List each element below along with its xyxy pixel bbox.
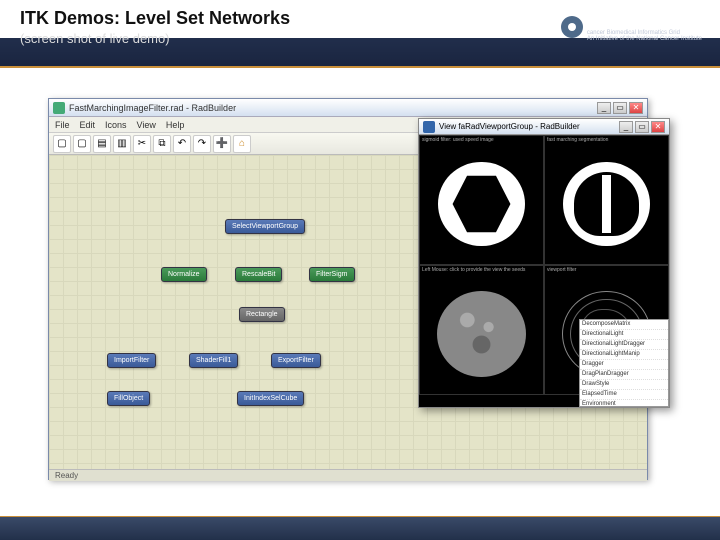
vp-close-button[interactable]: ✕ [651, 121, 665, 133]
list-item[interactable]: DirectionalLightDragger [580, 340, 668, 350]
close-button[interactable]: ✕ [629, 102, 643, 114]
node-normalize[interactable]: Normalize [161, 267, 207, 282]
brain-image-1 [438, 162, 524, 246]
node-importfilter[interactable]: ImportFilter [107, 353, 156, 368]
node-rectangle[interactable]: Rectangle [239, 307, 285, 322]
slide-footer [0, 516, 720, 540]
node-selectviewportgroup[interactable]: SelectViewportGroup [225, 219, 305, 234]
brain-image-3 [437, 291, 526, 377]
redo-icon[interactable]: ↷ [193, 135, 211, 153]
list-item[interactable]: Dragger [580, 360, 668, 370]
list-item[interactable]: ElapsedTime [580, 390, 668, 400]
save-icon[interactable]: ▤ [93, 135, 111, 153]
node-shaderfill[interactable]: ShaderFill1 [189, 353, 238, 368]
list-item[interactable]: DirectionalLightManip [580, 350, 668, 360]
list-item[interactable]: DirectionalLight [580, 330, 668, 340]
brain-image-2 [563, 162, 649, 246]
home-icon[interactable]: ⌂ [233, 135, 251, 153]
viewport-cell-0[interactable]: sigmoid filter: used speed image [419, 135, 544, 265]
menu-icons[interactable]: Icons [105, 120, 127, 130]
cut-icon[interactable]: ✂ [133, 135, 151, 153]
viewport-titlebar[interactable]: View faRadViewportGroup - RadBuilder _ ▭… [419, 119, 669, 135]
print-icon[interactable]: ▥ [113, 135, 131, 153]
copy-icon[interactable]: ⧉ [153, 135, 171, 153]
menu-view[interactable]: View [137, 120, 156, 130]
list-item[interactable]: DragPlanDragger [580, 370, 668, 380]
undo-icon[interactable]: ↶ [173, 135, 191, 153]
vp-minimize-button[interactable]: _ [619, 121, 633, 133]
folder-icon[interactable]: ▢ [73, 135, 91, 153]
add-icon[interactable]: ➕ [213, 135, 231, 153]
viewport-app-icon [423, 121, 435, 133]
component-list[interactable]: DecomposeMatrix DirectionalLight Directi… [579, 319, 669, 407]
node-fillobject[interactable]: FillObject [107, 391, 150, 406]
app-icon [53, 102, 65, 114]
vp-maximize-button[interactable]: ▭ [635, 121, 649, 133]
node-initindexselcube[interactable]: InitIndexSelCube [237, 391, 304, 406]
node-rescalebit[interactable]: RescaleBit [235, 267, 282, 282]
maximize-button[interactable]: ▭ [613, 102, 627, 114]
cabig-logo: caBIG cancer Biomedical Informatics Grid… [561, 12, 702, 42]
window-title: FastMarchingImageFilter.rad - RadBuilder [69, 103, 597, 113]
list-item[interactable]: DecomposeMatrix [580, 320, 668, 330]
minimize-button[interactable]: _ [597, 102, 611, 114]
viewport-title: View faRadViewportGroup - RadBuilder [439, 122, 619, 131]
list-item[interactable]: DrawStyle [580, 380, 668, 390]
menu-help[interactable]: Help [166, 120, 185, 130]
viewport-window: View faRadViewportGroup - RadBuilder _ ▭… [418, 118, 670, 408]
viewport-cell-1[interactable]: fast marching segmentation [544, 135, 669, 265]
logo-icon [561, 16, 583, 38]
status-bar: Ready [49, 469, 647, 481]
menu-edit[interactable]: Edit [80, 120, 96, 130]
menu-file[interactable]: File [55, 120, 70, 130]
node-filtersigm[interactable]: FilterSigm [309, 267, 355, 282]
window-titlebar[interactable]: FastMarchingImageFilter.rad - RadBuilder… [49, 99, 647, 117]
document-icon[interactable]: ▢ [53, 135, 71, 153]
viewport-cell-2[interactable]: Left Mouse: click to provide the view th… [419, 265, 544, 395]
node-exportfilter[interactable]: ExportFilter [271, 353, 321, 368]
slide-header: ITK Demos: Level Set Networks (screen sh… [0, 0, 720, 68]
list-item[interactable]: Environment [580, 400, 668, 407]
